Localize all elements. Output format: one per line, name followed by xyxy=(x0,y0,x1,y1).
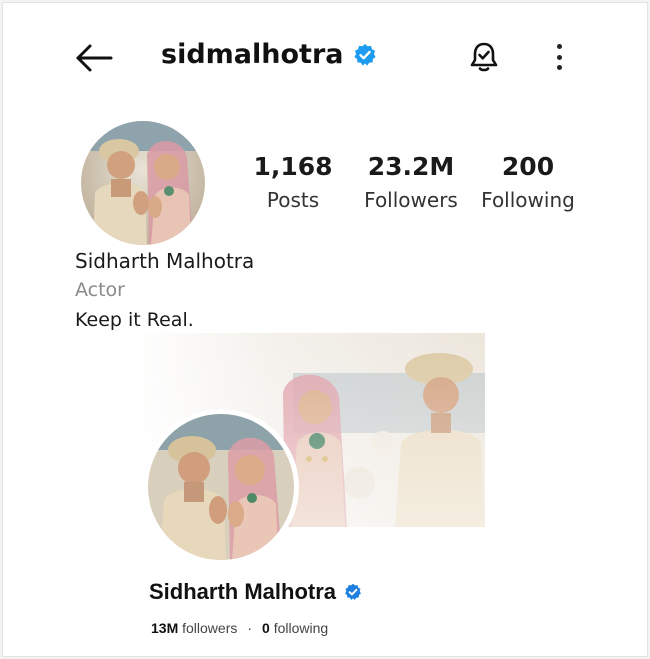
couple-photo xyxy=(81,121,205,245)
profile-bio: Keep it Real. xyxy=(75,309,194,331)
profile-full-name: Sidharth Malhotra xyxy=(75,249,255,273)
more-options-button[interactable] xyxy=(547,41,571,73)
card-following[interactable]: 0 following xyxy=(262,620,328,636)
verified-badge-icon xyxy=(354,43,377,66)
back-button[interactable] xyxy=(75,43,113,73)
posts-label: Posts xyxy=(266,188,320,212)
stat-following[interactable]: 200 Following xyxy=(477,151,579,215)
username-text: sidmalhotra xyxy=(161,39,344,70)
card-display-name: Sidharth Malhotra xyxy=(149,579,362,605)
verified-badge-icon xyxy=(345,583,361,600)
card-follow-stats: 13M followers · 0 following xyxy=(151,620,328,636)
stat-posts[interactable]: 1,168 Posts xyxy=(249,151,337,215)
followers-label: Followers xyxy=(364,188,458,212)
username-title: sidmalhotra xyxy=(161,39,377,70)
card-followers-count: 13M xyxy=(151,620,179,636)
card-following-label: following xyxy=(273,620,329,636)
card-following-count: 0 xyxy=(262,620,270,636)
stat-followers[interactable]: 23.2M Followers xyxy=(359,151,463,215)
posts-count: 1,168 xyxy=(253,152,333,181)
followers-count: 23.2M xyxy=(367,152,455,181)
notification-bell-button[interactable] xyxy=(466,39,502,75)
card-avatar[interactable] xyxy=(143,409,299,565)
following-count: 200 xyxy=(501,152,555,181)
profile-avatar[interactable] xyxy=(81,121,205,245)
back-arrow-icon xyxy=(76,44,113,72)
card-followers-label: followers xyxy=(182,620,238,636)
notification-bell-icon xyxy=(470,42,498,72)
card-name-text: Sidharth Malhotra xyxy=(149,579,337,604)
profile-screen: sidmalhotra 1,168 Posts 23.2M Followers … xyxy=(2,2,648,657)
more-vertical-icon xyxy=(556,44,562,49)
profile-category: Actor xyxy=(75,279,125,301)
following-label: Following xyxy=(481,188,575,212)
card-followers[interactable]: 13M followers xyxy=(151,620,237,636)
separator-dot: · xyxy=(247,620,253,636)
couple-photo-small xyxy=(148,414,294,560)
